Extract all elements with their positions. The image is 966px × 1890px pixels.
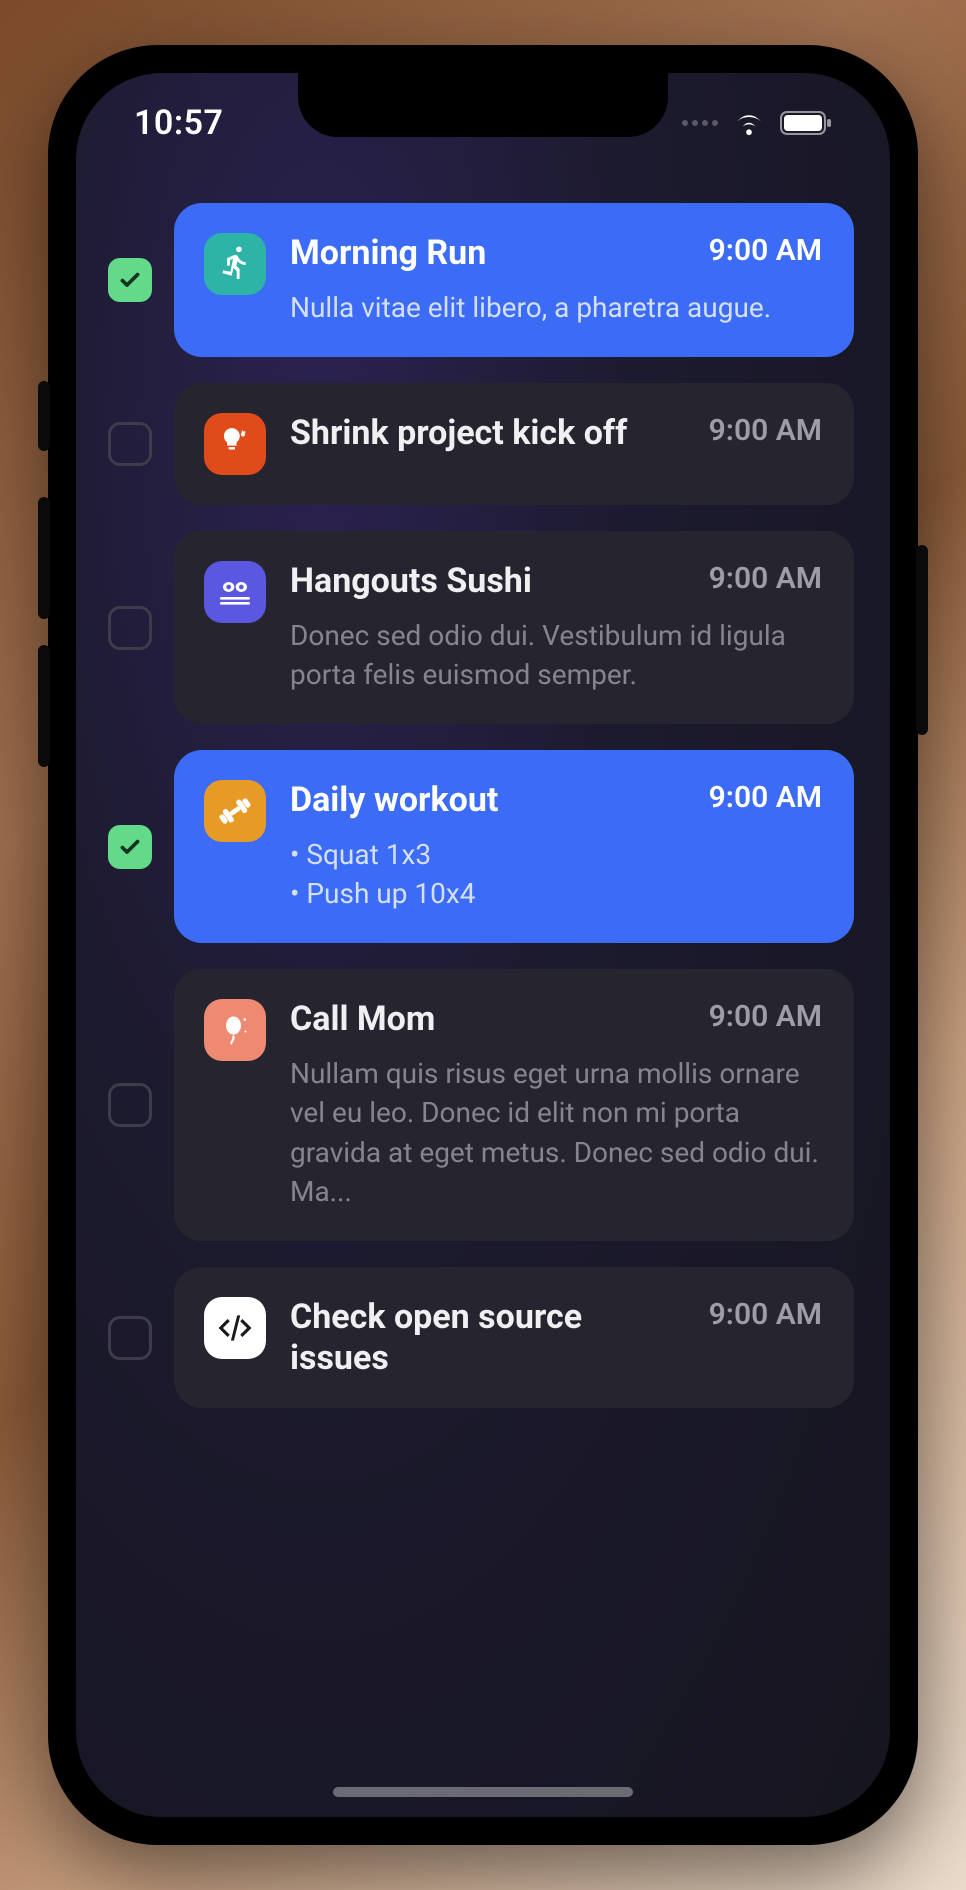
balloon-icon: [204, 999, 266, 1061]
task-card-body: Daily workout 9:00 AM • Squat 1x3 • Push …: [290, 780, 822, 913]
task-description: Nullam quis risus eget urna mollis ornar…: [290, 1054, 822, 1211]
task-description: • Squat 1x3 • Push up 10x4: [290, 835, 822, 913]
task-time: 9:00 AM: [709, 1297, 822, 1332]
task-card-header: Check open source issues 9:00 AM: [290, 1297, 822, 1379]
task-row: Hangouts Sushi 9:00 AM Donec sed odio dui.…: [108, 531, 854, 724]
wifi-icon: [732, 110, 766, 136]
task-card[interactable]: Call Mom 9:00 AM Nullam quis risus eget ur…: [174, 969, 854, 1241]
task-time: 9:00 AM: [709, 561, 822, 596]
phone-side-button: [916, 545, 928, 735]
checkbox-unchecked[interactable]: [108, 422, 152, 466]
cellular-dots-icon: [682, 120, 718, 126]
task-card[interactable]: Morning Run 9:00 AM Nulla vitae elit liber…: [174, 203, 854, 357]
phone-notch: [298, 73, 668, 137]
status-time: 10:57: [134, 103, 223, 143]
checkbox-unchecked[interactable]: [108, 606, 152, 650]
task-card-header: Shrink project kick off 9:00 AM: [290, 413, 822, 454]
checkbox-unchecked[interactable]: [108, 1083, 152, 1127]
task-card[interactable]: Hangouts Sushi 9:00 AM Donec sed odio dui.…: [174, 531, 854, 724]
home-indicator[interactable]: [333, 1787, 633, 1797]
task-card[interactable]: Check open source issues 9:00 AM: [174, 1267, 854, 1409]
check-icon: [117, 834, 143, 860]
task-title: Check open source issues: [290, 1297, 689, 1379]
phone-side-button: [38, 497, 50, 619]
checkbox-unchecked[interactable]: [108, 1316, 152, 1360]
task-time: 9:00 AM: [709, 233, 822, 268]
task-card-body: Morning Run 9:00 AM Nulla vitae elit liber…: [290, 233, 822, 327]
task-card-header: Hangouts Sushi 9:00 AM: [290, 561, 822, 602]
checkbox-checked[interactable]: [108, 258, 152, 302]
task-list[interactable]: Morning Run 9:00 AM Nulla vitae elit liber…: [76, 193, 890, 1817]
phone-side-button: [38, 381, 50, 451]
code-icon: [204, 1297, 266, 1359]
task-title: Shrink project kick off: [290, 413, 627, 454]
task-row: Morning Run 9:00 AM Nulla vitae elit liber…: [108, 203, 854, 357]
task-title: Daily workout: [290, 780, 498, 821]
checkbox-checked[interactable]: [108, 825, 152, 869]
battery-icon: [780, 111, 832, 135]
sushi-icon: [204, 561, 266, 623]
task-card-body: Hangouts Sushi 9:00 AM Donec sed odio dui.…: [290, 561, 822, 694]
task-row: Shrink project kick off 9:00 AM: [108, 383, 854, 505]
task-card[interactable]: Shrink project kick off 9:00 AM: [174, 383, 854, 505]
phone-frame: 10:57 Morning Run 9:00 AM Nulla vitae elit…: [48, 45, 918, 1845]
task-title: Hangouts Sushi: [290, 561, 532, 602]
task-card-body: Check open source issues 9:00 AM: [290, 1297, 822, 1379]
task-card-header: Morning Run 9:00 AM: [290, 233, 822, 274]
task-title: Morning Run: [290, 233, 486, 274]
runner-icon: [204, 233, 266, 295]
status-indicators: [682, 110, 832, 136]
bulb-gear-icon: [204, 413, 266, 475]
task-card-body: Call Mom 9:00 AM Nullam quis risus eget ur…: [290, 999, 822, 1211]
check-icon: [117, 267, 143, 293]
task-row: Daily workout 9:00 AM • Squat 1x3 • Push …: [108, 750, 854, 943]
task-time: 9:00 AM: [709, 413, 822, 448]
task-card-header: Daily workout 9:00 AM: [290, 780, 822, 821]
task-card[interactable]: Daily workout 9:00 AM • Squat 1x3 • Push …: [174, 750, 854, 943]
task-time: 9:00 AM: [709, 780, 822, 815]
dumbbell-icon: [204, 780, 266, 842]
task-card-header: Call Mom 9:00 AM: [290, 999, 822, 1040]
task-time: 9:00 AM: [709, 999, 822, 1034]
task-title: Call Mom: [290, 999, 435, 1040]
phone-side-button: [38, 645, 50, 767]
task-card-body: Shrink project kick off 9:00 AM: [290, 413, 822, 475]
task-row: Check open source issues 9:00 AM: [108, 1267, 854, 1409]
task-row: Call Mom 9:00 AM Nullam quis risus eget ur…: [108, 969, 854, 1241]
task-description: Nulla vitae elit libero, a pharetra augu…: [290, 288, 822, 327]
phone-screen: 10:57 Morning Run 9:00 AM Nulla vitae elit…: [76, 73, 890, 1817]
task-description: Donec sed odio dui. Vestibulum id ligula…: [290, 616, 822, 694]
